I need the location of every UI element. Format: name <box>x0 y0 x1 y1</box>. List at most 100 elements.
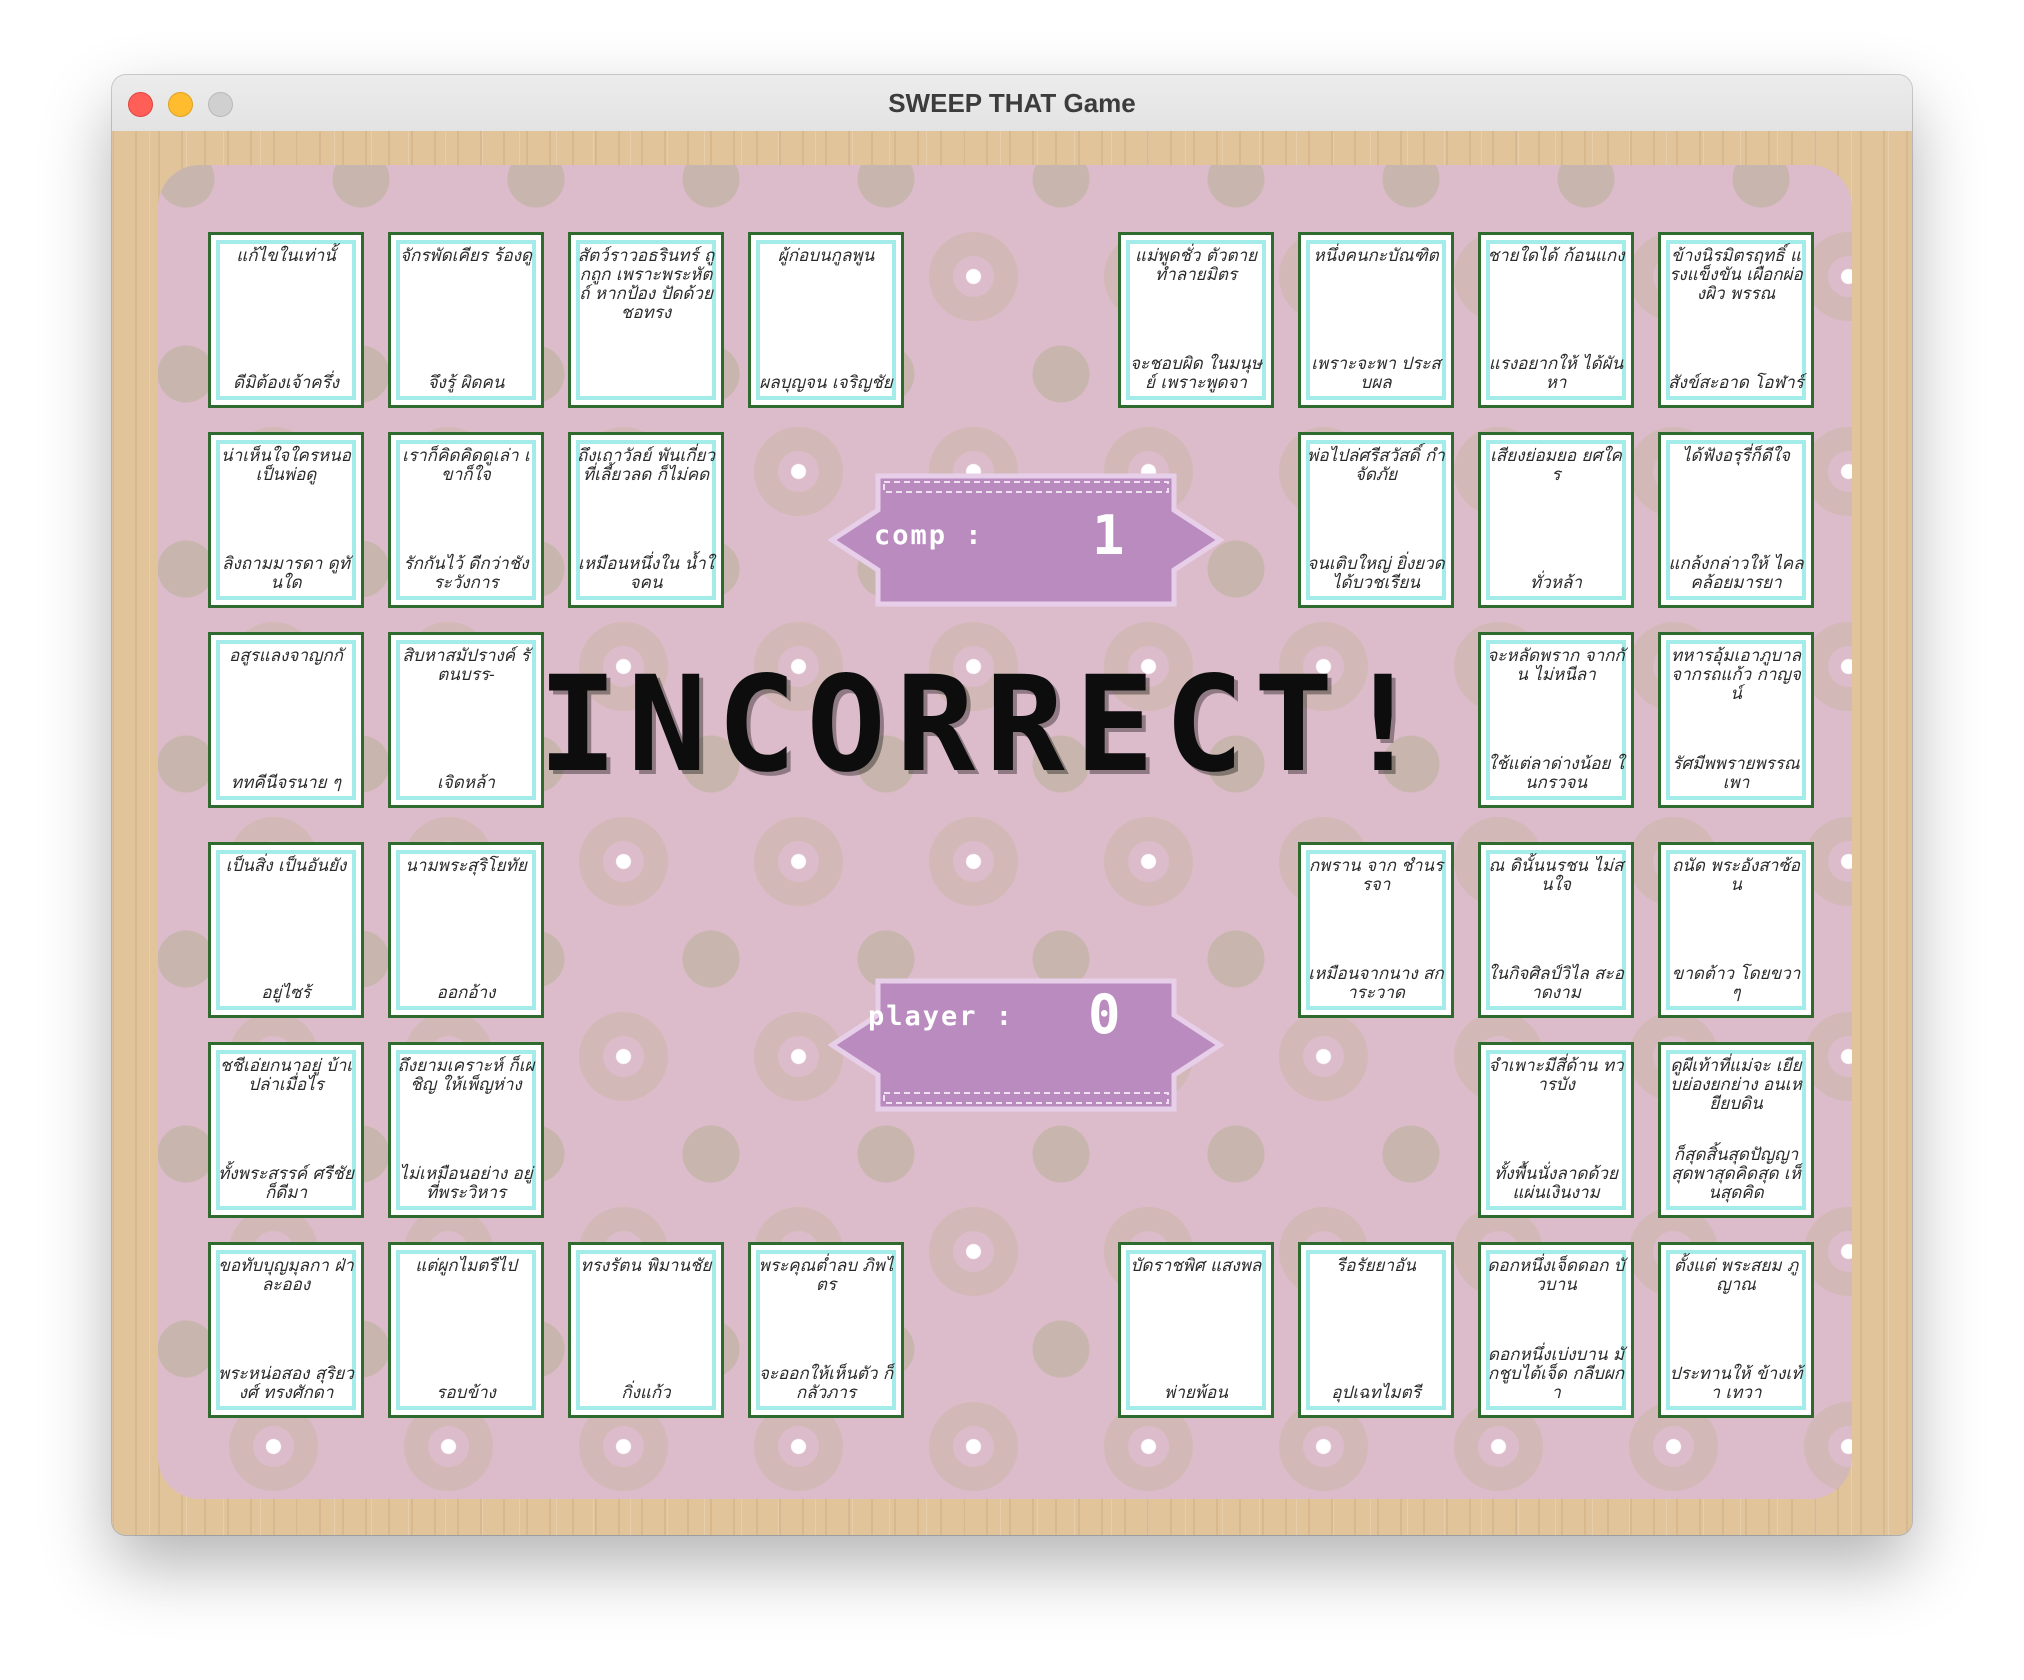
card-top-text: สัตว์ราวอธรินทร์ ถูกถูก เพราะพระหัตถ์ หา… <box>577 246 715 323</box>
card-bottom-text: พ่ายพ้อน <box>1164 1383 1228 1403</box>
card-bottom-text: เพราะจะพา ประสบผล <box>1311 354 1441 393</box>
card-top-text: ผู้ก่อบนกูลพูน <box>777 246 875 266</box>
card-top-text: อสูรแลงจาญกกั <box>229 646 343 666</box>
card-top-text: ตั้งแต่ พระสยม ภูญาณ <box>1673 1256 1799 1295</box>
card-bottom-text: ดอกหนึ่งเบ่งบาน มักชูบไต้เจ็ด กลีบผกา <box>1487 1345 1625 1403</box>
card-bottom-text: แกล้งกล่าวให้ ไคลคล้อยมารยา <box>1668 554 1804 593</box>
card-top-text: ถึงยามเคราะห์ ก็เผชิญ ให้เพ็ญห่าง <box>397 1056 535 1095</box>
wooden-frame: แก้ไขในเท่านั้ ดีมิต้องเจ้าครึ่ง จักรพัด… <box>112 131 1912 1535</box>
card-bottom-text: เจิดหล้า <box>437 773 495 793</box>
card-top-text: จักรพัดเคียร ร้องดู <box>400 246 532 266</box>
player-score-value: 0 <box>1088 983 1121 1046</box>
card-bottom-text: ททคีนีจรนาย ๆ <box>230 773 342 793</box>
card-top-text: พ่อไปล่ศรีสวัสดิ์ กำจัดภัย <box>1307 446 1445 485</box>
card-bottom-text: รัศมีพพรายพรรณ เพา <box>1672 754 1800 793</box>
card-top-text: กพราน จาก ชำนรรจา <box>1308 856 1444 895</box>
game-board: แก้ไขในเท่านั้ ดีมิต้องเจ้าครึ่ง จักรพัด… <box>158 165 1852 1499</box>
card-bottom-text: เหมือนจากนาง สการะวาด <box>1308 964 1444 1003</box>
card-top-text: รีอรัยยาอัน <box>1336 1256 1416 1276</box>
word-card[interactable]: หนึ่งคนกะบัณฑิต เพราะจะพา ประสบผล <box>1298 232 1454 408</box>
word-card[interactable]: เราก็คิดคิดดูเล่า เขาก็ใจ รักกันไว้ ดีกว… <box>388 432 544 608</box>
word-card[interactable]: นามพระสุริโยทัย ออกอ้าง <box>388 842 544 1018</box>
window-title: SWEEP THAT Game <box>888 88 1136 118</box>
card-top-text: ณ ดินั้นนรชน ไม่สนใจ <box>1488 856 1624 895</box>
word-card[interactable]: น่าเห็นใจใครหนอ เป็นพ่อดู ลิงถามมารดา ดู… <box>208 432 364 608</box>
word-card[interactable]: ดูผีเท้าที่แม่จะ เยียบย่องยกย่าง อนเหยีย… <box>1658 1042 1814 1218</box>
card-top-text: ได้ฟังอรุรี่ก็ดีใจ <box>1682 446 1790 466</box>
word-card[interactable]: สิบหาสมัปรางค์ รัตนบรร- เจิดหล้า <box>388 632 544 808</box>
card-top-text: ทหารอุ้มเอาภูบาล จากรถแก้ว กาญจน์ <box>1670 646 1802 704</box>
card-top-text: น่าเห็นใจใครหนอ เป็นพ่อดู <box>221 446 351 485</box>
card-top-text: ดอกหนึ่งเจ็ดดอก บัวบาน <box>1487 1256 1625 1295</box>
card-bottom-text: ผลบุญจน เจริญชัย <box>759 373 893 393</box>
word-card[interactable]: อสูรแลงจาญกกั ททคีนีจรนาย ๆ <box>208 632 364 808</box>
card-top-text: แก้ไขในเท่านั้ <box>236 246 336 266</box>
word-card[interactable]: ทรงรัตน พิมานชัย กิ่งแก้ว <box>568 1242 724 1418</box>
card-top-text: จำเพาะมีสี่ด้าน ทวารบัง <box>1488 1056 1624 1095</box>
word-card[interactable]: ถนัด พระอังสาซ้อน ขาดต้าว โดยขวา ๆ <box>1658 842 1814 1018</box>
word-card[interactable]: แต่ผูกไมตรีไป รอบข้าง <box>388 1242 544 1418</box>
word-card[interactable]: แม่พูดชั่ว ตัวตาย ทำลายมิตร จะชอบผิด ในม… <box>1118 232 1274 408</box>
card-bottom-text: ลิงถามมารดา ดูทันใด <box>222 554 350 593</box>
card-bottom-text: ในกิจศิลป์วิไล สะอาดงาม <box>1488 964 1624 1003</box>
word-card[interactable]: จำเพาะมีสี่ด้าน ทวารบัง ทั้งพื้นนั่งลาดด… <box>1478 1042 1634 1218</box>
comp-score-badge: comp : 1 <box>828 468 1224 612</box>
card-bottom-text: พระหน่อสอง สุริยวงศ์ ทรงศักดา <box>218 1364 354 1403</box>
card-bottom-text: เหมือนหนึ่งใน น้ำใจคน <box>578 554 714 593</box>
card-bottom-text: กิ่งแก้ว <box>621 1383 671 1403</box>
card-bottom-text: ขาดต้าว โดยขวา ๆ <box>1671 964 1801 1003</box>
word-card[interactable]: รีอรัยยาอัน อุปเฉทไมตรี <box>1298 1242 1454 1418</box>
game-window: SWEEP THAT Game แก้ไขในเท่านั้ ดีมิต้องเ… <box>112 75 1912 1535</box>
card-top-text: ขอทับบุญมุลกา ฝ่าละออง <box>218 1256 354 1295</box>
card-top-text: เราก็คิดคิดดูเล่า เขาก็ใจ <box>402 446 530 485</box>
card-top-text: เป็นสิ่ง เป็นอันยัง <box>225 856 347 876</box>
word-card[interactable]: พ่อไปล่ศรีสวัสดิ์ กำจัดภัย จนเติบใหญ่ ยิ… <box>1298 432 1454 608</box>
word-card[interactable]: บัดราชพิศ แสงพล พ่ายพ้อน <box>1118 1242 1274 1418</box>
word-card[interactable]: ชชีเอ่ยกนาอยู่ บ้าเปล่าเมื่อไร ทั้งพระสร… <box>208 1042 364 1218</box>
card-bottom-text: รักกันไว้ ดีกว่าชัง ระวังการ <box>403 554 529 593</box>
word-card[interactable]: ข้างนิรมิตรฤทธิ์ แรงแข็งขัน เผือกผ่องผิว… <box>1658 232 1814 408</box>
card-top-text: บัดราชพิศ แสงพล <box>1130 1256 1262 1276</box>
card-top-text: ถึงเถาวัลย์ พันเกี่ยว ที่เลี้ยวลด ก็ไม่ค… <box>577 446 716 485</box>
card-top-text: ถนัด พระอังสาซ้อน <box>1671 856 1800 895</box>
word-card[interactable]: ชายใดได้ ก้อนแกง แรงอยากให้ ได้ผันหา <box>1478 232 1634 408</box>
word-card[interactable]: กพราน จาก ชำนรรจา เหมือนจากนาง สการะวาด <box>1298 842 1454 1018</box>
comp-score-value: 1 <box>1092 504 1125 567</box>
card-bottom-text: ทั้งพระสรรค์ ศรีชัย ก็ดีมา <box>218 1164 354 1203</box>
card-bottom-text: สังข์สะอาด โอฬาร์ <box>1668 373 1804 393</box>
card-top-text: ข้างนิรมิตรฤทธิ์ แรงแข็งขัน เผือกผ่องผิว… <box>1669 246 1803 304</box>
title-bar: SWEEP THAT Game <box>112 75 1912 132</box>
card-top-text: แม่พูดชั่ว ตัวตาย ทำลายมิตร <box>1134 246 1258 285</box>
card-bottom-text: ประทานให้ ข้างเท้า เทวา <box>1669 1364 1803 1403</box>
card-bottom-text: ออกอ้าง <box>436 983 496 1003</box>
card-top-text: ชชีเอ่ยกนาอยู่ บ้าเปล่าเมื่อไร <box>219 1056 353 1095</box>
word-card[interactable]: ณ ดินั้นนรชน ไม่สนใจ ในกิจศิลป์วิไล สะอา… <box>1478 842 1634 1018</box>
word-card[interactable]: สัตว์ราวอธรินทร์ ถูกถูก เพราะพระหัตถ์ หา… <box>568 232 724 408</box>
word-card[interactable]: ขอทับบุญมุลกา ฝ่าละออง พระหน่อสอง สุริยว… <box>208 1242 364 1418</box>
word-card[interactable]: เสียงย่อมยอ ยศใคร ทั่วหล้า <box>1478 432 1634 608</box>
word-card[interactable]: ดอกหนึ่งเจ็ดดอก บัวบาน ดอกหนึ่งเบ่งบาน ม… <box>1478 1242 1634 1418</box>
card-bottom-text: ทั้งพื้นนั่งลาดด้วย แผ่นเงินงาม <box>1494 1164 1618 1203</box>
word-card[interactable]: ผู้ก่อบนกูลพูน ผลบุญจน เจริญชัย <box>748 232 904 408</box>
word-card[interactable]: ได้ฟังอรุรี่ก็ดีใจ แกล้งกล่าวให้ ไคลคล้อ… <box>1658 432 1814 608</box>
word-card[interactable]: ทหารอุ้มเอาภูบาล จากรถแก้ว กาญจน์ รัศมีพ… <box>1658 632 1814 808</box>
word-card[interactable]: แก้ไขในเท่านั้ ดีมิต้องเจ้าครึ่ง <box>208 232 364 408</box>
card-top-text: ทรงรัตน พิมานชัย <box>580 1256 712 1276</box>
badge-shape <box>828 978 1224 1112</box>
word-card[interactable]: ถึงยามเคราะห์ ก็เผชิญ ให้เพ็ญห่าง ไม่เหม… <box>388 1042 544 1218</box>
comp-score-label: comp : <box>874 520 984 551</box>
card-top-text: ชายใดได้ ก้อนแกง <box>1487 246 1625 266</box>
player-score-badge: player : 0 <box>828 973 1224 1117</box>
word-card[interactable]: จักรพัดเคียร ร้องดู จึงรู้ ผิดคน <box>388 232 544 408</box>
card-top-text: นามพระสุริโยทัย <box>405 856 527 876</box>
word-card[interactable]: ตั้งแต่ พระสยม ภูญาณ ประทานให้ ข้างเท้า … <box>1658 1242 1814 1418</box>
word-card[interactable]: เป็นสิ่ง เป็นอันยัง อยู่ไซร้ <box>208 842 364 1018</box>
card-bottom-text: จะชอบผิด ในมนุษย์ เพราะพูดจา <box>1130 354 1262 393</box>
card-top-text: พระคุณต่ำลบ ภิพไตร <box>758 1256 894 1295</box>
card-bottom-text: รอบข้าง <box>436 1383 496 1403</box>
word-card[interactable]: พระคุณต่ำลบ ภิพไตร จะออกให้เห็นตัว ก็กลั… <box>748 1242 904 1418</box>
card-bottom-text: แรงอยากให้ ได้ผันหา <box>1488 354 1624 393</box>
card-bottom-text: อุปเฉทไมตรี <box>1331 1383 1421 1403</box>
word-card[interactable]: ถึงเถาวัลย์ พันเกี่ยว ที่เลี้ยวลด ก็ไม่ค… <box>568 432 724 608</box>
card-bottom-text: ทั่วหล้า <box>1530 573 1582 593</box>
